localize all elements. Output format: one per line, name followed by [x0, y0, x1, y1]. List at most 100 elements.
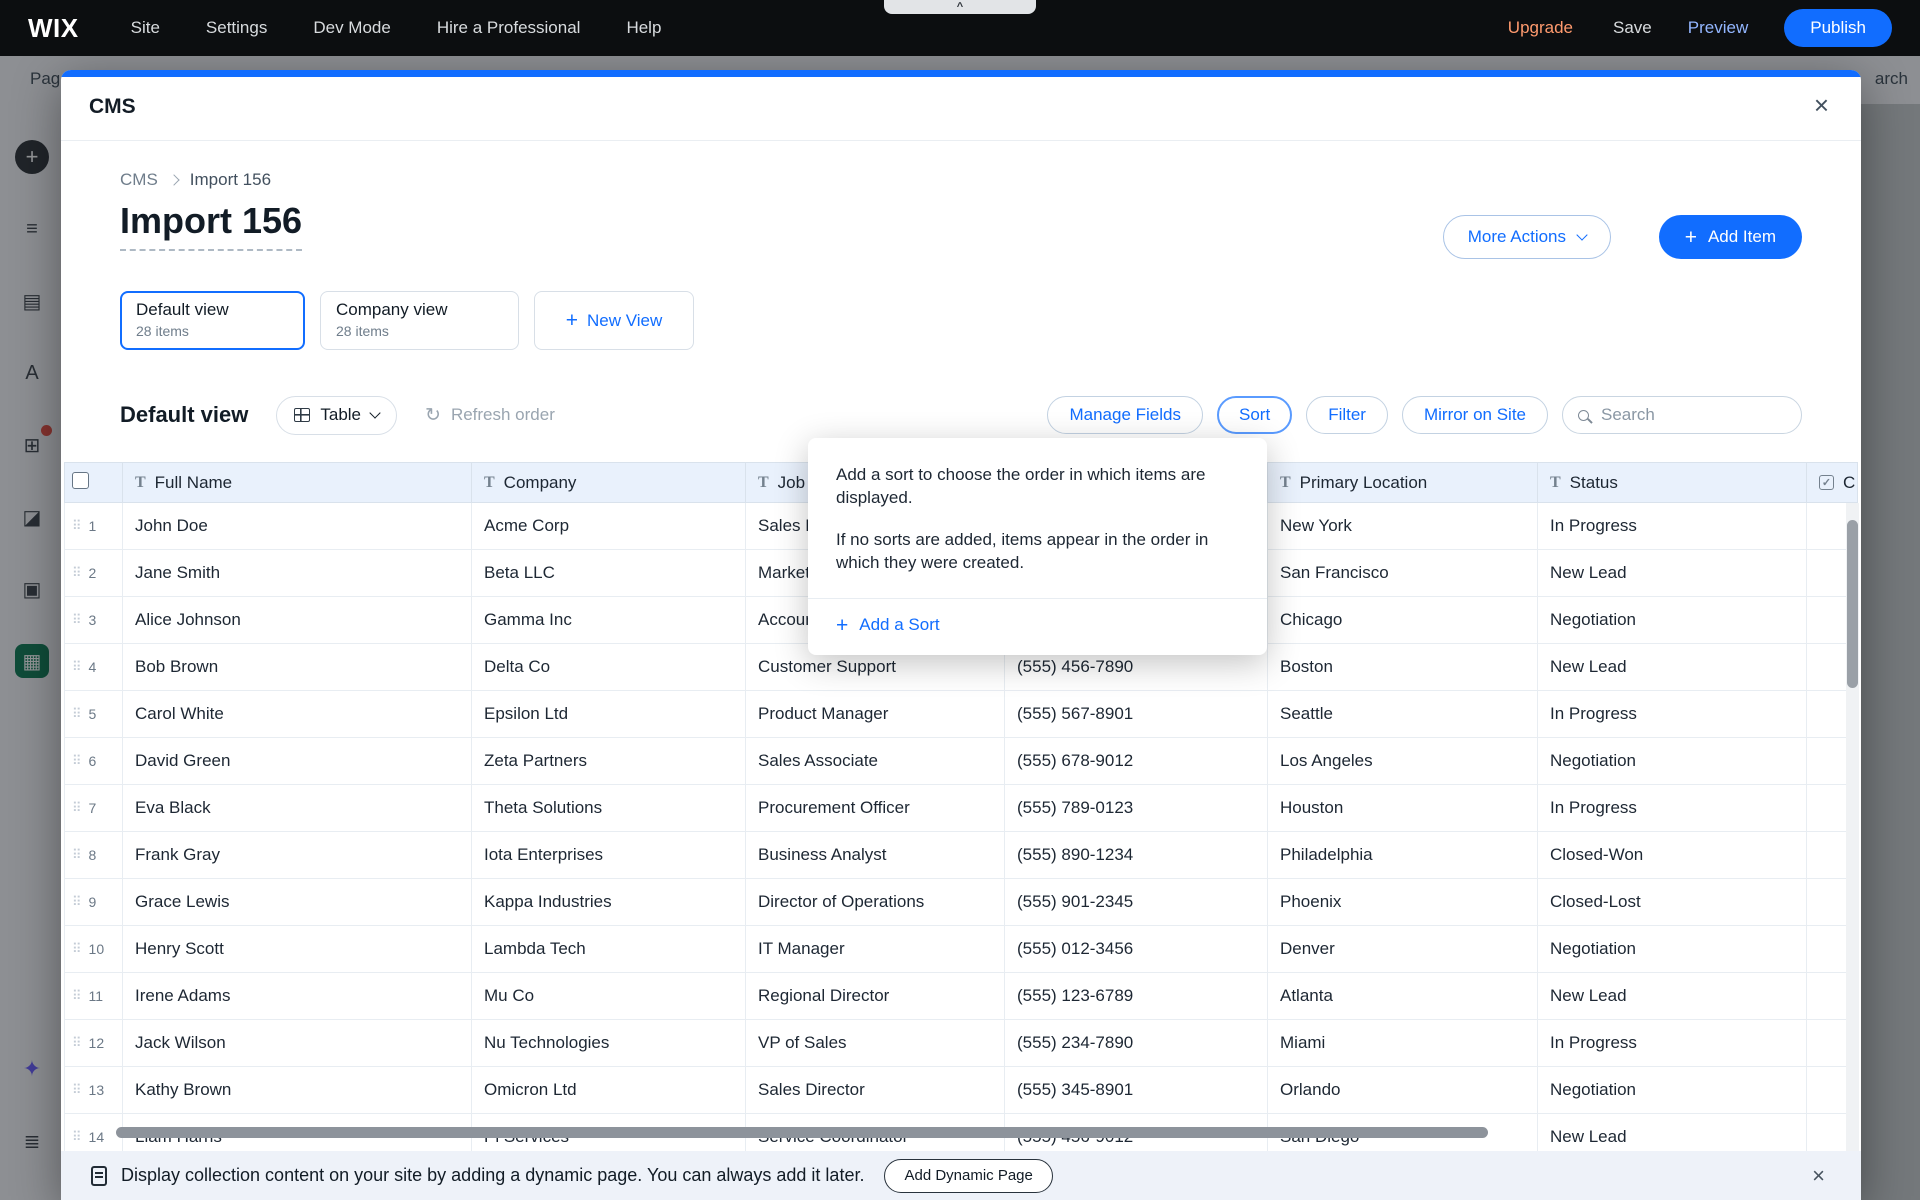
cell-phone[interactable]: (555) 567-8901	[1005, 691, 1268, 738]
cell-company[interactable]: Kappa Industries	[472, 879, 746, 926]
cell-status[interactable]: Negotiation	[1538, 926, 1807, 973]
cell-job-title[interactable]: Procurement Officer	[746, 785, 1005, 832]
save-link[interactable]: Save	[1613, 18, 1652, 38]
drag-handle-icon[interactable]: ⠿	[72, 988, 82, 1004]
cell-primary-location[interactable]: Phoenix	[1268, 879, 1538, 926]
cell-status[interactable]: Closed-Won	[1538, 832, 1807, 879]
menu-dev-mode[interactable]: Dev Mode	[313, 18, 390, 38]
drag-handle-icon[interactable]: ⠿	[72, 941, 82, 957]
column-header-full-name[interactable]: TFull Name	[123, 463, 472, 503]
drag-handle-icon[interactable]: ⠿	[72, 894, 82, 910]
sort-button[interactable]: Sort	[1217, 396, 1292, 434]
menu-site[interactable]: Site	[131, 18, 160, 38]
cell-full-name[interactable]: John Doe	[123, 503, 472, 550]
cell-full-name[interactable]: Carol White	[123, 691, 472, 738]
cell-primary-location[interactable]: Seattle	[1268, 691, 1538, 738]
drag-handle-icon[interactable]: ⠿	[72, 800, 82, 816]
cell-full-name[interactable]: David Green	[123, 738, 472, 785]
cell-job-title[interactable]: Regional Director	[746, 973, 1005, 1020]
close-icon[interactable]: ×	[1808, 89, 1835, 122]
drag-handle-icon[interactable]: ⠿	[72, 753, 82, 769]
select-all-header[interactable]	[65, 463, 123, 503]
wix-logo[interactable]: WIX	[28, 13, 79, 44]
cell-primary-location[interactable]: Atlanta	[1268, 973, 1538, 1020]
cell-primary-location[interactable]: Denver	[1268, 926, 1538, 973]
cell-phone[interactable]: (555) 678-9012	[1005, 738, 1268, 785]
cell-primary-location[interactable]: Houston	[1268, 785, 1538, 832]
cell-company[interactable]: Theta Solutions	[472, 785, 746, 832]
cell-job-title[interactable]: Sales Associate	[746, 738, 1005, 785]
cell-status[interactable]: Negotiation	[1538, 738, 1807, 785]
cell-phone[interactable]: (555) 012-3456	[1005, 926, 1268, 973]
cell-phone[interactable]: (555) 123-6789	[1005, 973, 1268, 1020]
cell-primary-location[interactable]: Philadelphia	[1268, 832, 1538, 879]
vertical-scrollbar[interactable]	[1847, 520, 1858, 688]
mirror-on-site-button[interactable]: Mirror on Site	[1402, 396, 1548, 434]
breadcrumb-cms[interactable]: CMS	[120, 170, 158, 190]
cell-full-name[interactable]: Kathy Brown	[123, 1067, 472, 1114]
view-tab-company[interactable]: Company view 28 items	[320, 291, 519, 350]
cell-company[interactable]: Acme Corp	[472, 503, 746, 550]
cell-full-name[interactable]: Grace Lewis	[123, 879, 472, 926]
menu-help[interactable]: Help	[626, 18, 661, 38]
layout-select-dropdown[interactable]: Table	[276, 396, 397, 435]
collapse-toolbar-tab[interactable]: ^	[884, 0, 1036, 14]
banner-close-icon[interactable]: ×	[1806, 1162, 1831, 1190]
cell-full-name[interactable]: Henry Scott	[123, 926, 472, 973]
cell-status[interactable]: In Progress	[1538, 785, 1807, 832]
search-box[interactable]	[1562, 396, 1802, 434]
view-tab-default[interactable]: Default view 28 items	[120, 291, 305, 350]
cell-primary-location[interactable]: Orlando	[1268, 1067, 1538, 1114]
cell-status[interactable]: In Progress	[1538, 691, 1807, 738]
cell-status[interactable]: Closed-Lost	[1538, 879, 1807, 926]
cell-full-name[interactable]: Bob Brown	[123, 644, 472, 691]
cell-company[interactable]: Mu Co	[472, 973, 746, 1020]
cell-primary-location[interactable]: New York	[1268, 503, 1538, 550]
column-header-company[interactable]: TCompany	[472, 463, 746, 503]
cell-full-name[interactable]: Alice Johnson	[123, 597, 472, 644]
drag-handle-icon[interactable]: ⠿	[72, 659, 82, 675]
cell-status[interactable]: In Progress	[1538, 503, 1807, 550]
cell-primary-location[interactable]: Miami	[1268, 1020, 1538, 1067]
cell-company[interactable]: Nu Technologies	[472, 1020, 746, 1067]
search-input[interactable]	[1599, 404, 1769, 426]
cell-phone[interactable]: (555) 234-7890	[1005, 1020, 1268, 1067]
cell-company[interactable]: Delta Co	[472, 644, 746, 691]
cell-company[interactable]: Omicron Ltd	[472, 1067, 746, 1114]
refresh-order-button[interactable]: ↻ Refresh order	[425, 405, 555, 425]
cell-status[interactable]: Negotiation	[1538, 597, 1807, 644]
cell-status[interactable]: New Lead	[1538, 644, 1807, 691]
menu-settings[interactable]: Settings	[206, 18, 267, 38]
cell-company[interactable]: Zeta Partners	[472, 738, 746, 785]
add-item-button[interactable]: + Add Item	[1659, 215, 1802, 259]
cell-full-name[interactable]: Frank Gray	[123, 832, 472, 879]
drag-handle-icon[interactable]: ⠿	[72, 706, 82, 722]
drag-handle-icon[interactable]: ⠿	[72, 847, 82, 863]
cell-job-title[interactable]: IT Manager	[746, 926, 1005, 973]
preview-link[interactable]: Preview	[1688, 18, 1748, 38]
cell-company[interactable]: Epsilon Ltd	[472, 691, 746, 738]
cell-status[interactable]: In Progress	[1538, 1020, 1807, 1067]
manage-fields-button[interactable]: Manage Fields	[1047, 396, 1203, 434]
new-view-button[interactable]: + New View	[534, 291, 694, 350]
select-all-checkbox[interactable]	[72, 472, 89, 489]
cell-job-title[interactable]: Business Analyst	[746, 832, 1005, 879]
drag-handle-icon[interactable]: ⠿	[72, 1082, 82, 1098]
cell-phone[interactable]: (555) 901-2345	[1005, 879, 1268, 926]
collection-title[interactable]: Import 156	[120, 200, 302, 251]
upgrade-link[interactable]: Upgrade	[1508, 18, 1573, 38]
cell-job-title[interactable]: Sales Director	[746, 1067, 1005, 1114]
cell-phone[interactable]: (555) 345-8901	[1005, 1067, 1268, 1114]
cell-primary-location[interactable]: Boston	[1268, 644, 1538, 691]
drag-handle-icon[interactable]: ⠿	[72, 612, 82, 628]
cell-primary-location[interactable]: Chicago	[1268, 597, 1538, 644]
horizontal-scrollbar[interactable]	[116, 1127, 1488, 1138]
cell-primary-location[interactable]: San Francisco	[1268, 550, 1538, 597]
filter-button[interactable]: Filter	[1306, 396, 1388, 434]
cell-company[interactable]: Gamma Inc	[472, 597, 746, 644]
drag-handle-icon[interactable]: ⠿	[72, 518, 82, 534]
add-dynamic-page-button[interactable]: Add Dynamic Page	[884, 1159, 1052, 1193]
more-actions-button[interactable]: More Actions	[1443, 215, 1611, 259]
cell-company[interactable]: Beta LLC	[472, 550, 746, 597]
cell-full-name[interactable]: Jack Wilson	[123, 1020, 472, 1067]
